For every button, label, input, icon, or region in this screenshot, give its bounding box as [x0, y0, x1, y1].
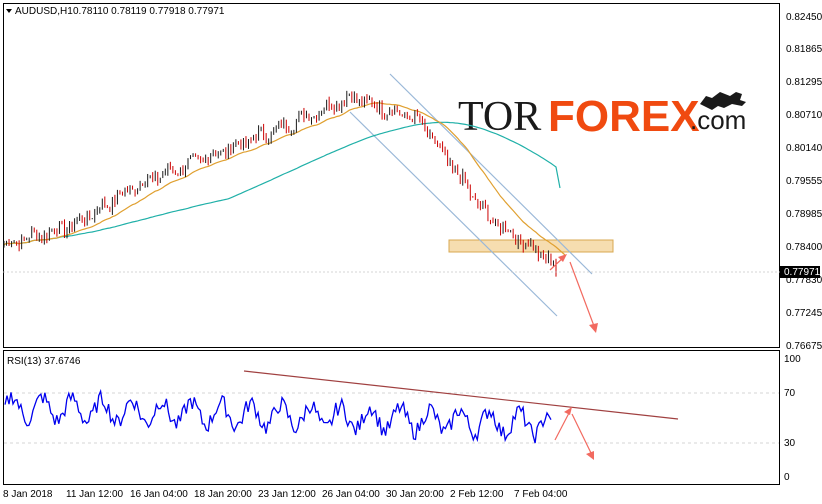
logo-tor-text: TOR — [458, 94, 541, 140]
rsi-tick: 70 — [784, 388, 796, 399]
rsi-tick: 0 — [784, 472, 790, 483]
time-tick: 11 Jan 12:00 — [66, 489, 124, 500]
price-tick: 0.79555 — [786, 176, 822, 187]
chart-window[interactable]: TOR FOREX .com 0.77971 AUDUSD,H1 0.78110… — [0, 0, 822, 504]
rsi-axis: 100 70 30 0 — [784, 354, 801, 483]
price-tick: 0.77245 — [786, 308, 822, 319]
ohlc-values: 0.78110 0.78119 0.77918 0.77971 — [73, 6, 225, 17]
price-axis: 0.82450 0.81865 0.81295 0.80710 0.80140 … — [786, 12, 822, 352]
logo-com-text: .com — [690, 105, 746, 135]
time-tick: 8 Jan 2018 — [3, 489, 53, 500]
price-tick: 0.81295 — [786, 77, 822, 88]
time-tick: 2 Feb 12:00 — [450, 489, 504, 500]
time-tick: 7 Feb 04:00 — [514, 489, 568, 500]
price-tick: 0.80140 — [786, 143, 822, 154]
price-tick: 0.81865 — [786, 44, 822, 55]
logo-forex-text: FOREX — [548, 92, 700, 141]
time-tick: 18 Jan 20:00 — [194, 489, 252, 500]
rsi-header: RSI(13) 37.6746 — [7, 356, 81, 367]
time-tick: 23 Jan 12:00 — [258, 489, 316, 500]
rsi-tick: 30 — [784, 438, 796, 449]
price-tick: 0.78985 — [786, 209, 822, 220]
price-tick: 0.78400 — [786, 242, 822, 253]
price-tick: 0.77830 — [786, 275, 822, 286]
time-axis: 8 Jan 2018 11 Jan 12:00 16 Jan 04:00 18 … — [3, 489, 568, 500]
price-tick: 0.76675 — [786, 341, 822, 352]
time-tick: 16 Jan 04:00 — [130, 489, 188, 500]
price-tick: 0.80710 — [786, 110, 822, 121]
symbol-label: AUDUSD,H1 — [15, 6, 73, 17]
price-panel[interactable] — [3, 3, 780, 348]
rsi-tick: 100 — [784, 354, 801, 365]
price-tick: 0.82450 — [786, 12, 822, 23]
time-tick: 26 Jan 04:00 — [322, 489, 380, 500]
time-tick: 30 Jan 20:00 — [386, 489, 444, 500]
